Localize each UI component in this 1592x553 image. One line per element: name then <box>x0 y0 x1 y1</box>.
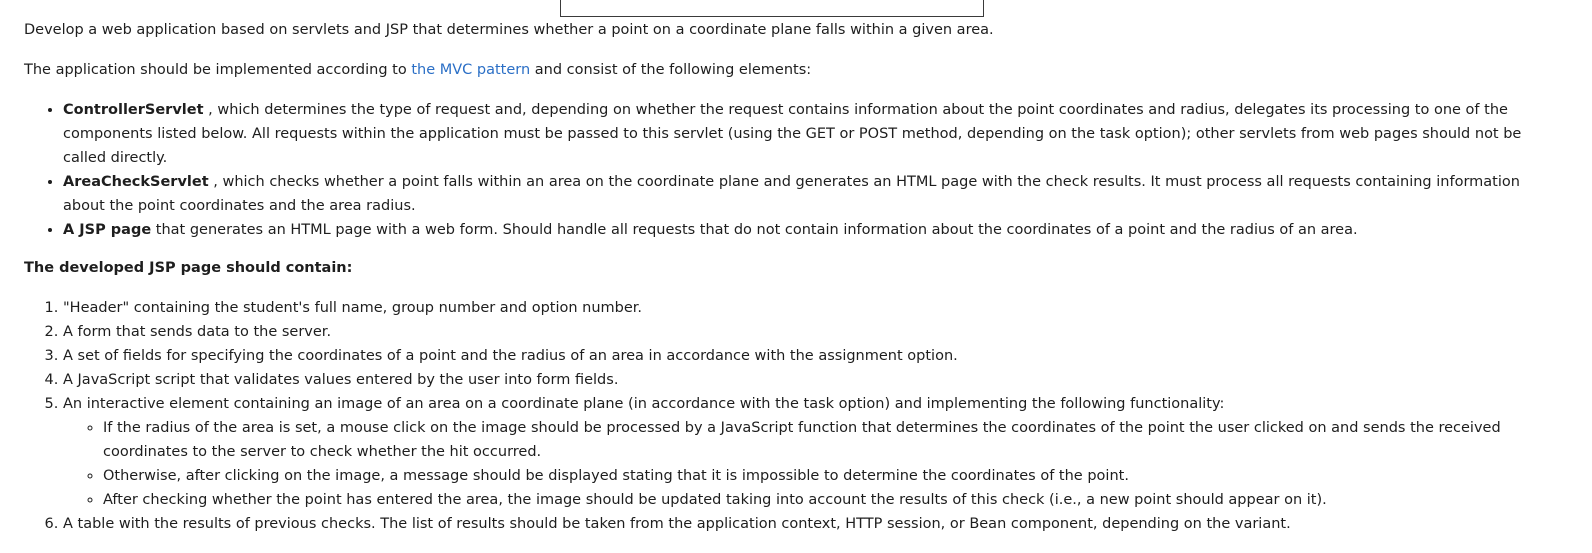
requirement-validation-script: A JavaScript script that validates value… <box>63 368 1554 392</box>
jsp-page-heading: The developed JSP page should contain: <box>24 260 353 276</box>
intro-paragraph: Develop a web application based on servl… <box>24 22 994 38</box>
top-frame-box <box>560 0 984 17</box>
requirement-form: A form that sends data to the server. <box>63 320 1554 344</box>
requirement-fields: A set of fields for specifying the coord… <box>63 344 1554 368</box>
requirement-results-table: A table with the results of previous che… <box>63 512 1554 536</box>
component-name: A JSP page <box>63 222 152 238</box>
mvc-text-after: and consist of the following elements: <box>530 62 812 78</box>
mvc-paragraph: The application should be implemented ac… <box>24 58 1554 82</box>
requirement-interactive-element: An interactive element containing an ima… <box>63 392 1554 512</box>
component-name: ControllerServlet <box>63 102 204 118</box>
list-item-area-check-servlet: AreaCheckServlet , which checks whether … <box>63 170 1554 218</box>
list-item-jsp-page: A JSP page that generates an HTML page w… <box>63 218 1554 242</box>
mvc-pattern-link[interactable]: the MVC pattern <box>411 62 530 78</box>
interactive-sublist: If the radius of the area is set, a mous… <box>63 416 1554 512</box>
components-list: ControllerServlet , which determines the… <box>24 98 1554 242</box>
component-name: AreaCheckServlet <box>63 174 209 190</box>
mvc-text-before: The application should be implemented ac… <box>24 62 412 78</box>
requirement-header: "Header" containing the student's full n… <box>63 296 1554 320</box>
sub-item-click-with-radius: If the radius of the area is set, a mous… <box>103 416 1554 464</box>
sub-item-image-update: After checking whether the point has ent… <box>103 488 1554 512</box>
requirement-interactive-text: An interactive element containing an ima… <box>63 396 1225 412</box>
component-description: that generates an HTML page with a web f… <box>151 222 1358 238</box>
assignment-content: Develop a web application based on servl… <box>24 18 1554 536</box>
component-description: , which determines the type of request a… <box>63 102 1522 166</box>
sub-item-click-without-radius: Otherwise, after clicking on the image, … <box>103 464 1554 488</box>
requirements-list: "Header" containing the student's full n… <box>24 296 1554 536</box>
component-description: , which checks whether a point falls wit… <box>63 174 1520 214</box>
list-item-controller-servlet: ControllerServlet , which determines the… <box>63 98 1554 170</box>
